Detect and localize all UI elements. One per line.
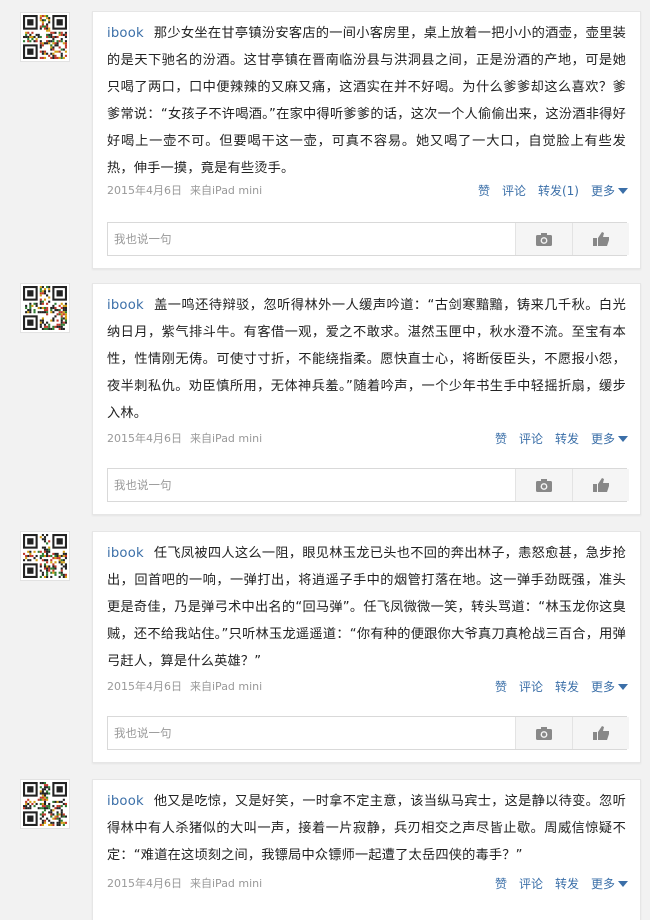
post-actions: 赞评论 转发 更多 — [483, 430, 628, 448]
chevron-down-icon — [618, 436, 628, 442]
more-button[interactable]: 更多 — [591, 680, 628, 694]
comment-button[interactable]: 评论 — [519, 680, 543, 694]
camera-icon — [536, 232, 552, 246]
post-date: 2015年4月6日 — [107, 680, 182, 693]
thumbs-up-icon — [593, 478, 609, 492]
post-card: ibook 那少女坐在甘亭镇汾安客店的一间小客房里，桌上放着一把小小的酒壶，壶里装… — [92, 11, 641, 269]
post-source: 来自iPad mini — [190, 877, 263, 890]
post-card: ibook 他又是吃惊，又是好笑，一时拿不定主意，该当纵马宾士，这是静以待变。忽听… — [92, 779, 641, 920]
camera-icon — [536, 478, 552, 492]
qr-code-icon — [23, 534, 67, 578]
like-button[interactable]: 赞 — [495, 877, 507, 891]
post-source: 来自iPad mini — [190, 184, 263, 197]
comment-button[interactable]: 评论 — [519, 877, 543, 891]
post-text: 任飞凤被四人这么一阻，眼见林玉龙已头也不回的奔出林子，恚怒愈甚，急步抢出，回首吧… — [107, 546, 626, 669]
repost-button[interactable]: 转发 — [555, 432, 579, 446]
more-button[interactable]: 更多 — [591, 184, 628, 198]
more-label: 更多 — [590, 184, 615, 198]
post-text: 那少女坐在甘亭镇汾安客店的一间小客房里，桌上放着一把小小的酒壶，壶里装的是天下驰… — [107, 26, 626, 176]
more-button[interactable]: 更多 — [591, 432, 628, 446]
post-meta: 2015年4月6日 来自iPad mini 赞评论 转发 更多 — [107, 430, 628, 448]
like-button[interactable]: 赞 — [478, 184, 490, 198]
username-link[interactable]: ibook — [107, 794, 144, 809]
repost-button[interactable]: 转发(1) — [538, 184, 579, 198]
thumbs-button[interactable] — [572, 469, 629, 501]
post-actions: 赞评论 转发 更多 — [483, 678, 628, 696]
avatar-qr-code[interactable] — [20, 283, 70, 333]
post-card: ibook 盖一鸣还待辩驳，忽听得林外一人缓声吟道：“古剑寒黯黯，铸来几千秋。白光… — [92, 283, 641, 515]
post-card: ibook 任飞凤被四人这么一阻，眼见林玉龙已头也不回的奔出林子，恚怒愈甚，急步抢… — [92, 531, 641, 763]
post-meta: 2015年4月6日 来自iPad mini 赞评论 转发 更多 — [107, 678, 628, 696]
thumbs-up-icon — [593, 232, 609, 246]
qr-code-icon — [23, 782, 67, 826]
comment-input[interactable] — [108, 223, 515, 255]
more-label: 更多 — [590, 432, 615, 446]
avatar-qr-code[interactable] — [20, 779, 70, 829]
camera-button[interactable] — [515, 469, 572, 501]
chevron-down-icon — [618, 684, 628, 690]
thumbs-button[interactable] — [572, 717, 629, 749]
repost-button[interactable]: 转发 — [555, 680, 579, 694]
post-content: ibook 任飞凤被四人这么一阻，眼见林玉龙已头也不回的奔出林子，恚怒愈甚，急步抢… — [93, 532, 640, 675]
camera-button[interactable] — [515, 717, 572, 749]
qr-code-icon — [23, 286, 67, 330]
post-actions: 赞评论 转发(1) 更多 — [466, 182, 628, 200]
post-date: 2015年4月6日 — [107, 184, 182, 197]
post-meta: 2015年4月6日 来自iPad mini 赞评论 转发 更多 — [107, 875, 628, 893]
post-source: 来自iPad mini — [190, 680, 263, 693]
more-label: 更多 — [590, 877, 615, 891]
chevron-down-icon — [618, 881, 628, 887]
like-button[interactable]: 赞 — [495, 680, 507, 694]
post-content: ibook 他又是吃惊，又是好笑，一时拿不定主意，该当纵马宾士，这是静以待变。忽听… — [93, 780, 640, 869]
thumbs-up-icon — [593, 726, 609, 740]
comment-button[interactable]: 评论 — [519, 432, 543, 446]
more-button[interactable]: 更多 — [591, 877, 628, 891]
post-source: 来自iPad mini — [190, 432, 263, 445]
comment-box — [107, 222, 629, 256]
post-meta: 2015年4月6日 来自iPad mini 赞评论 转发(1) 更多 — [107, 182, 628, 200]
post-text: 他又是吃惊，又是好笑，一时拿不定主意，该当纵马宾士，这是静以待变。忽听得林中有人… — [107, 794, 626, 863]
more-label: 更多 — [590, 680, 615, 694]
post-text: 盖一鸣还待辩驳，忽听得林外一人缓声吟道：“古剑寒黯黯，铸来几千秋。白光纳日月，紫… — [107, 298, 626, 421]
comment-button[interactable]: 评论 — [502, 184, 526, 198]
chevron-down-icon — [618, 188, 628, 194]
avatar-qr-code[interactable] — [20, 531, 70, 581]
repost-button[interactable]: 转发 — [555, 877, 579, 891]
camera-button[interactable] — [515, 223, 572, 255]
username-link[interactable]: ibook — [107, 546, 144, 561]
post-content: ibook 那少女坐在甘亭镇汾安客店的一间小客房里，桌上放着一把小小的酒壶，壶里装… — [93, 12, 640, 182]
username-link[interactable]: ibook — [107, 26, 144, 41]
post-date: 2015年4月6日 — [107, 877, 182, 890]
thumbs-button[interactable] — [572, 223, 629, 255]
post-date: 2015年4月6日 — [107, 432, 182, 445]
weibo-feed: ibook 那少女坐在甘亭镇汾安客店的一间小客房里，桌上放着一把小小的酒壶，壶里装… — [0, 0, 650, 920]
qr-code-icon — [23, 15, 67, 59]
comment-input[interactable] — [108, 469, 515, 501]
comment-input[interactable] — [108, 717, 515, 749]
like-button[interactable]: 赞 — [495, 432, 507, 446]
post-actions: 赞评论 转发 更多 — [483, 875, 628, 893]
camera-icon — [536, 726, 552, 740]
username-link[interactable]: ibook — [107, 298, 144, 313]
avatar-qr-code[interactable] — [20, 12, 70, 62]
comment-box — [107, 716, 629, 750]
comment-box — [107, 468, 629, 502]
post-content: ibook 盖一鸣还待辩驳，忽听得林外一人缓声吟道：“古剑寒黯黯，铸来几千秋。白光… — [93, 284, 640, 427]
